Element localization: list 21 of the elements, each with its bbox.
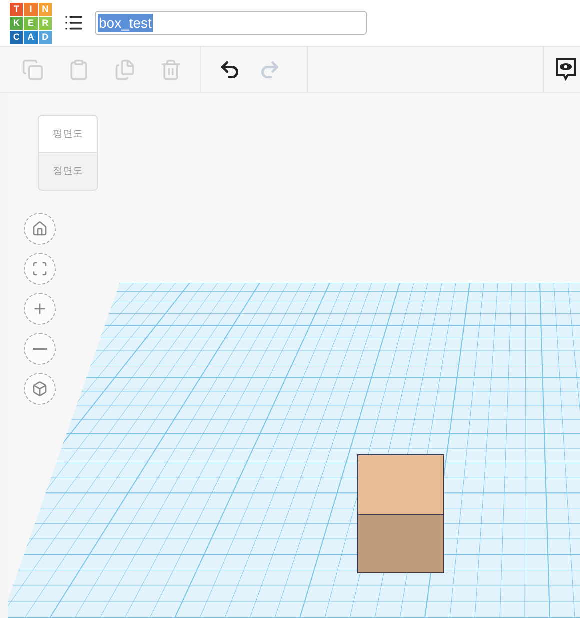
trash-icon: [160, 58, 182, 80]
chat-eye-icon[interactable]: [554, 56, 578, 82]
fit-view-icon: [32, 261, 48, 277]
zoom-out-button[interactable]: [24, 333, 56, 365]
home-button[interactable]: [24, 213, 56, 245]
projection-button[interactable]: [24, 373, 56, 405]
undo-icon: [219, 58, 241, 80]
copy-icon: [22, 58, 44, 80]
view-cube-top[interactable]: 평면도: [38, 115, 98, 153]
home-icon: [32, 221, 48, 237]
title-field[interactable]: box_test: [95, 11, 367, 35]
redo-icon: [259, 58, 281, 80]
clipboard-icon: [68, 58, 90, 80]
zoom-in-button[interactable]: [24, 293, 56, 325]
cube-icon: [32, 381, 48, 397]
fit-view-button[interactable]: [24, 253, 56, 285]
view-cube-front[interactable]: 정면도: [38, 153, 98, 191]
zoom-in-icon: [32, 301, 48, 317]
logo[interactable]: T I N K E R C A D: [10, 2, 52, 44]
duplicate-icon: [114, 58, 136, 80]
box-drawing[interactable]: [358, 454, 444, 574]
